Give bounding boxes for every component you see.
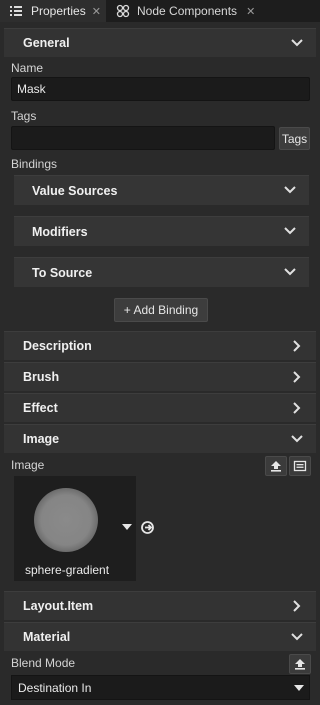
tab-bar: Properties ✕ Node Components ✕ <box>0 0 320 22</box>
caret-down-icon <box>294 685 304 691</box>
tab-properties[interactable]: Properties ✕ <box>0 0 106 22</box>
chevron-down-icon <box>284 227 296 235</box>
name-label: Name <box>11 61 44 75</box>
section-image[interactable]: Image <box>4 424 316 453</box>
caret-down-icon[interactable] <box>122 523 132 531</box>
list-icon <box>10 6 22 16</box>
upload-icon <box>295 659 305 670</box>
binding-group-value-sources[interactable]: Value Sources <box>14 175 309 205</box>
blend-mode-label: Blend Mode <box>11 656 76 670</box>
tab-label: Properties <box>31 4 86 18</box>
chevron-right-icon <box>293 600 301 612</box>
chevron-down-icon <box>291 435 303 443</box>
go-to-asset-icon[interactable] <box>140 520 155 535</box>
chevron-down-icon <box>291 39 303 47</box>
node-components-icon <box>116 4 130 18</box>
texture-name: sphere-gradient <box>25 563 110 577</box>
browse-button[interactable] <box>289 456 311 476</box>
chevron-right-icon <box>293 402 301 414</box>
chevron-down-icon <box>284 186 296 194</box>
section-title: Modifiers <box>32 224 88 239</box>
chevron-down-icon <box>291 633 303 641</box>
section-title: Value Sources <box>32 183 118 198</box>
chevron-right-icon <box>293 340 301 352</box>
binding-group-to-source[interactable]: To Source <box>14 257 309 287</box>
image-thumbnail[interactable]: sphere-gradient <box>14 476 136 581</box>
close-icon[interactable]: ✕ <box>92 5 101 18</box>
add-binding-button[interactable]: + Add Binding <box>114 298 208 322</box>
tags-label: Tags <box>11 109 37 123</box>
section-layout-item[interactable]: Layout.Item <box>4 591 316 620</box>
bindings-label: Bindings <box>11 157 58 171</box>
chevron-down-icon <box>284 268 296 276</box>
blend-mode-dropdown[interactable]: Destination In <box>11 675 310 700</box>
section-effect[interactable]: Effect <box>4 393 316 422</box>
close-icon[interactable]: ✕ <box>246 5 255 18</box>
tab-label: Node Components <box>137 4 238 18</box>
section-title: Description <box>23 339 92 353</box>
image-label: Image <box>11 458 45 472</box>
texture-preview <box>34 488 98 552</box>
upload-button[interactable] <box>265 456 287 476</box>
asset-browser-icon <box>293 460 307 472</box>
binding-group-modifiers[interactable]: Modifiers <box>14 216 309 246</box>
section-title: Layout.Item <box>23 599 94 613</box>
name-field[interactable]: Mask <box>11 77 310 101</box>
section-general[interactable]: General <box>4 28 316 57</box>
section-title: To Source <box>32 265 93 280</box>
blend-mode-upload-button[interactable] <box>289 654 311 674</box>
section-description[interactable]: Description <box>4 331 316 360</box>
upload-icon <box>271 461 281 472</box>
tags-input[interactable] <box>11 126 275 150</box>
section-title: Image <box>23 432 60 446</box>
section-title: Material <box>23 630 71 644</box>
section-title: Effect <box>23 401 58 415</box>
section-material[interactable]: Material <box>4 622 316 651</box>
chevron-right-icon <box>293 371 301 383</box>
tags-button[interactable]: Tags <box>279 127 310 150</box>
section-title: General <box>23 36 70 50</box>
tab-node-components[interactable]: Node Components ✕ <box>108 0 260 22</box>
section-title: Brush <box>23 370 60 384</box>
section-brush[interactable]: Brush <box>4 362 316 391</box>
blend-mode-value: Destination In <box>18 680 92 695</box>
